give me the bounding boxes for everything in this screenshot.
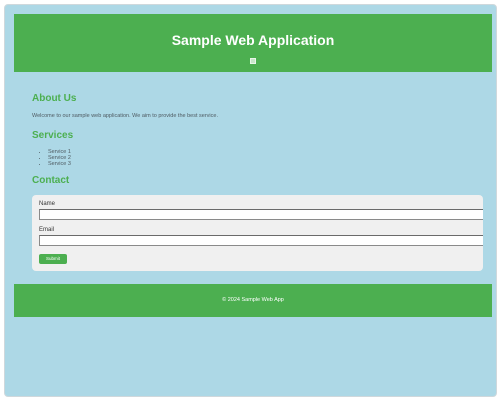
email-input[interactable] [39,235,483,246]
name-label: Name [39,201,56,207]
services-heading: Services [32,130,74,141]
about-heading: About Us [32,93,77,104]
main-content: About Us Welcome to our sample web appli… [32,93,482,187]
services-list: Service 1 Service 2 Service 3 [32,149,482,167]
about-text: Welcome to our sample web application. W… [32,113,218,119]
page-header: Sample Web Application [14,14,492,72]
submit-button[interactable]: Submit [39,254,67,264]
page-footer: © 2024 Sample Web App [14,284,492,317]
service-item: Service 3 [48,161,482,167]
contact-form: Name Email Submit [32,195,483,271]
site-title: Sample Web Application [171,32,335,48]
name-input[interactable] [39,209,483,220]
browser-viewport: Sample Web Application About Us Welcome … [4,4,497,397]
broken-image-icon [250,58,256,64]
contact-heading: Contact [32,175,70,186]
footer-text: © 2024 Sample Web App [222,297,284,303]
email-label: Email [39,227,55,233]
